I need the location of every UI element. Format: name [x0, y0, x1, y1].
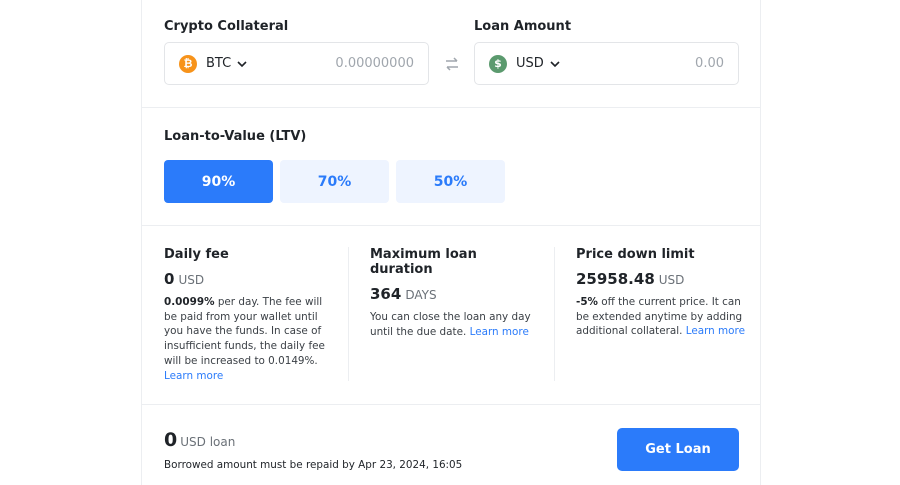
daily-fee-value: 0 USD [164, 270, 329, 288]
max-duration-title: Maximum loan duration [370, 247, 477, 277]
column-divider [554, 247, 555, 381]
collateral-amount-input[interactable]: 0.00000000 [335, 56, 414, 71]
price-limit-rate: -5% [576, 296, 598, 308]
loan-summary-footer: 0 USD loan Borrowed amount must be repaid… [142, 405, 760, 485]
max-duration-description: You can close the loan any day until the… [370, 310, 540, 339]
loan-currency[interactable]: USD [516, 56, 544, 71]
loan-info-section: Daily fee 0 USD 0.0099% per day. The fee … [142, 226, 760, 405]
currency-section: Crypto Collateral ₿ BTC 0.00000000 Loan … [142, 0, 760, 108]
ltv-option-70[interactable]: 70% [280, 160, 389, 203]
daily-fee-amount: 0 [164, 270, 175, 288]
usd-coin-icon: $ [489, 54, 507, 73]
price-limit-unit: USD [658, 273, 685, 287]
price-limit-column: Price down limit 25958.48 USD -5% off the… [576, 247, 746, 339]
chevron-down-icon[interactable] [236, 58, 248, 70]
ltv-option-90[interactable]: 90% [164, 160, 273, 203]
price-limit-value: 25958.48 USD [576, 270, 746, 288]
price-limit-amount: 25958.48 [576, 270, 655, 288]
loan-field[interactable]: $ USD 0.00 [474, 42, 739, 85]
max-duration-value: 364 DAYS [370, 285, 540, 303]
max-duration-unit: DAYS [405, 288, 437, 302]
max-duration-column: Maximum loan duration 364 DAYS You can cl… [370, 247, 540, 339]
column-divider [348, 247, 349, 381]
collateral-field[interactable]: ₿ BTC 0.00000000 [164, 42, 429, 85]
loan-total: 0 USD loan [164, 429, 235, 451]
daily-fee-learn-more-link[interactable]: Learn more [164, 370, 223, 382]
loan-label: Loan Amount [474, 19, 572, 34]
loan-total-amount: 0 [164, 429, 178, 451]
chevron-down-icon[interactable] [549, 58, 561, 70]
daily-fee-description: 0.0099% per day. The fee will be paid fr… [164, 295, 329, 383]
ltv-option-50[interactable]: 50% [396, 160, 505, 203]
btc-coin-icon: ₿ [179, 54, 197, 73]
max-duration-learn-more-link[interactable]: Learn more [470, 326, 529, 338]
daily-fee-title: Daily fee [164, 247, 229, 262]
ltv-section: Loan-to-Value (LTV) 90% 70% 50% [142, 108, 760, 226]
loan-total-unit: USD loan [180, 435, 236, 449]
ltv-title: Loan-to-Value (LTV) [164, 129, 307, 144]
swap-arrows-icon[interactable] [443, 56, 461, 72]
loan-card: Crypto Collateral ₿ BTC 0.00000000 Loan … [141, 0, 761, 485]
repay-deadline-text: Borrowed amount must be repaid by Apr 23… [164, 459, 463, 471]
max-duration-amount: 364 [370, 285, 402, 303]
price-limit-title: Price down limit [576, 247, 695, 262]
daily-fee-unit: USD [178, 273, 205, 287]
daily-fee-rate: 0.0099% [164, 296, 215, 308]
daily-fee-column: Daily fee 0 USD 0.0099% per day. The fee … [164, 247, 329, 383]
price-limit-learn-more-link[interactable]: Learn more [686, 325, 745, 337]
collateral-currency[interactable]: BTC [206, 56, 231, 71]
price-limit-description: -5% off the current price. It can be ext… [576, 295, 746, 339]
get-loan-button[interactable]: Get Loan [617, 428, 739, 471]
loan-amount-input[interactable]: 0.00 [695, 56, 724, 71]
collateral-label: Crypto Collateral [164, 19, 289, 34]
